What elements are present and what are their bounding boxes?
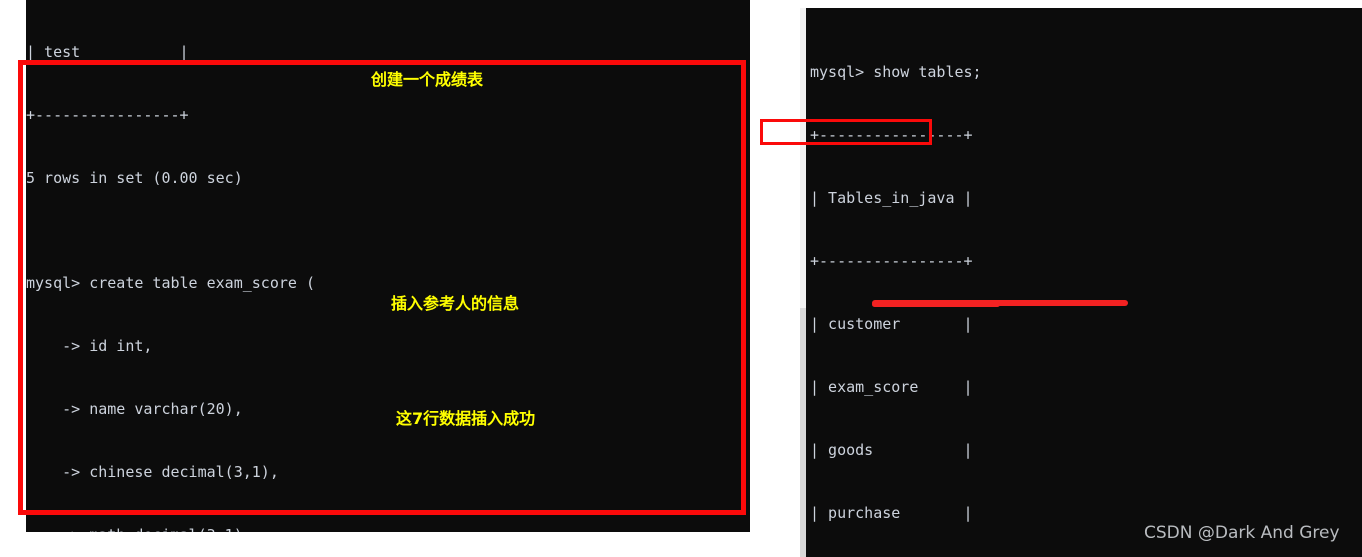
- terminal-line: -> math decimal(3,1),: [26, 525, 750, 532]
- terminal-line: | customer |: [810, 315, 973, 333]
- watermark-csdn: CSDN @Dark And Grey: [1144, 523, 1340, 543]
- mysql-console-right[interactable]: mysql> show tables; +----------------+ |…: [806, 8, 1362, 557]
- terminal-line-exam-score: | exam_score |: [810, 378, 973, 396]
- terminal-line: +----------------+: [810, 252, 973, 270]
- terminal-line: | goods |: [810, 441, 973, 459]
- terminal-line: 5 rows in set (0.00 sec): [26, 169, 243, 187]
- terminal-line: | purchase |: [810, 504, 973, 522]
- annotation-note-insert-rows: 插入参考人的信息: [391, 294, 520, 313]
- terminal-line: +----------------+: [810, 126, 973, 144]
- annotation-note-create-table: 创建一个成绩表: [371, 70, 484, 89]
- terminal-line: -> chinese decimal(3,1),: [26, 463, 279, 481]
- terminal-line: mysql> create table exam_score (: [26, 274, 315, 292]
- terminal-line: mysql> show tables;: [810, 63, 982, 81]
- terminal-line: +----------------+: [26, 106, 189, 124]
- terminal-line: -> id int,: [26, 337, 153, 355]
- annotation-underline-select-statement-thick: [872, 302, 1000, 307]
- terminal-line: | Tables_in_java |: [810, 189, 973, 207]
- right-terminal-text: mysql> show tables; +----------------+ |…: [806, 8, 1362, 557]
- terminal-line: -> name varchar(20),: [26, 400, 243, 418]
- terminal-line: | test |: [26, 43, 189, 61]
- annotation-note-rows-inserted: 这7行数据插入成功: [396, 409, 536, 428]
